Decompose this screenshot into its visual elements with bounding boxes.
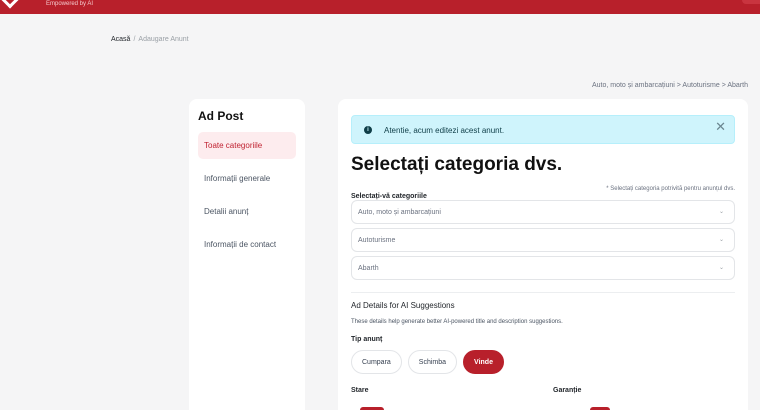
breadcrumb-home-link[interactable]: Acasă xyxy=(111,36,130,43)
top-bar: Empowered by AI xyxy=(0,0,760,14)
chevron-down-icon: ⌄ xyxy=(718,236,724,243)
select-value: Abarth xyxy=(358,265,379,272)
info-icon: i xyxy=(364,126,372,134)
header-user-button[interactable] xyxy=(742,0,760,4)
header-tagline: Empowered by AI xyxy=(46,1,94,7)
sidebar-item-toate-categoriile[interactable]: Toate categoriile xyxy=(198,132,296,159)
select-value: Autoturisme xyxy=(358,237,396,244)
sidebar-item-informatii-generale[interactable]: Informații generale xyxy=(198,165,296,192)
tip-anunt-label: Tip anunț xyxy=(351,336,383,343)
tip-option-schimba[interactable]: Schimba xyxy=(407,350,458,374)
sidebar-item-detalii-anunt[interactable]: Detalii anunț xyxy=(198,198,296,225)
section-divider xyxy=(351,292,735,293)
tip-option-vinde[interactable]: Vinde xyxy=(463,350,504,374)
breadcrumb-separator: / xyxy=(133,36,136,43)
stare-label: Stare xyxy=(351,387,369,394)
chevron-down-icon: ⌄ xyxy=(718,208,724,215)
tip-anunt-options: Cumpara Schimba Vinde xyxy=(351,350,735,374)
alert-message: Atentie, acum editezi acest anunt. xyxy=(384,126,505,135)
chevron-down-icon: ⌄ xyxy=(718,264,724,271)
close-icon[interactable]: ✕ xyxy=(715,120,726,135)
sidebar-title: Ad Post xyxy=(198,109,244,123)
select-value: Auto, moto și ambarcațiuni xyxy=(358,209,441,216)
category-select-hint: * Selectați categoria potrivită pentru a… xyxy=(606,186,735,192)
category-select-header: Selectați-vă categoriile * Selectați cat… xyxy=(351,185,735,200)
page-title: Selectați categoria dvs. xyxy=(351,154,563,175)
tip-option-cumpara[interactable]: Cumpara xyxy=(351,350,402,374)
category-select-level-3[interactable]: Abarth ⌄ xyxy=(351,256,735,280)
category-path: Auto, moto și ambarcațiuni > Autoturisme… xyxy=(591,82,748,89)
garantie-label: Garanție xyxy=(553,387,582,394)
ai-section-description: These details help generate better AI-po… xyxy=(351,319,563,325)
bottom-field-labels: Stare Garanție xyxy=(351,387,735,397)
ai-section-title: Ad Details for AI Suggestions xyxy=(351,301,455,310)
breadcrumb-current: Adaugare Anunt xyxy=(138,36,189,43)
main-panel: i Atentie, acum editezi acest anunt. ✕ S… xyxy=(338,99,748,410)
sidebar: Ad Post Toate categoriile Informații gen… xyxy=(189,99,305,410)
category-select-level-2[interactable]: Autoturisme ⌄ xyxy=(351,228,735,252)
edit-alert: i Atentie, acum editezi acest anunt. ✕ xyxy=(351,115,735,144)
category-select-level-1[interactable]: Auto, moto și ambarcațiuni ⌄ xyxy=(351,200,735,224)
category-select-label: Selectați-vă categoriile xyxy=(351,193,427,200)
breadcrumb: Acasă / Adaugare Anunt xyxy=(111,36,189,43)
logo-icon[interactable] xyxy=(1,0,19,9)
sidebar-item-informatii-contact[interactable]: Informații de contact xyxy=(198,231,296,258)
